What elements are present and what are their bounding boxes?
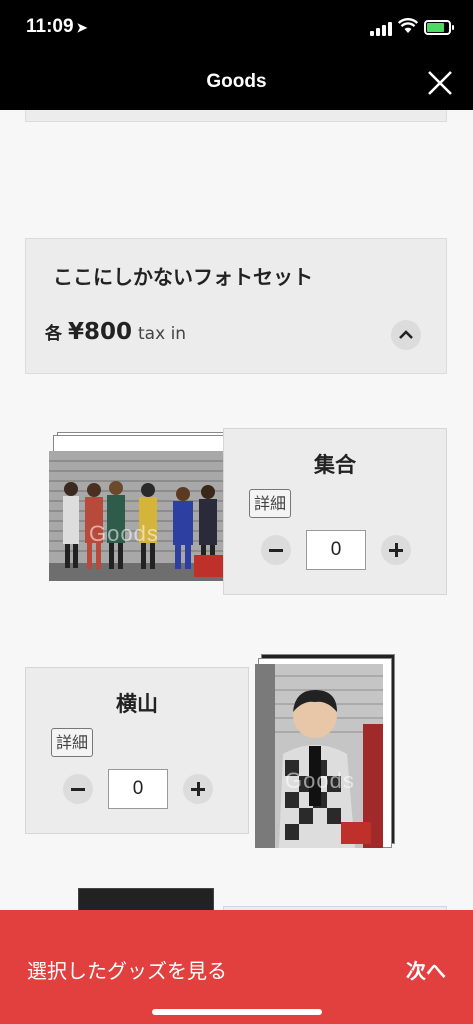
next-photo-set[interactable]: [78, 888, 216, 910]
decrement-button[interactable]: [63, 774, 93, 804]
collapse-chevron-up-icon[interactable]: [391, 320, 421, 350]
wifi-icon: [398, 18, 418, 33]
goods-content[interactable]: ここにしかないフォトセット 各 ¥800 tax in Goods 集合 詳細 …: [0, 110, 473, 910]
location-arrow-icon: ➤: [76, 20, 88, 35]
price-row: 各 ¥800 tax in: [45, 319, 186, 345]
item-panel-group: 集合 詳細 0: [223, 428, 447, 595]
section-title: ここにしかないフォトセット: [53, 265, 313, 289]
cellular-signal-icon: [370, 22, 392, 36]
time-text: 11:09: [26, 16, 74, 37]
quantity-input[interactable]: 0: [306, 530, 366, 570]
increment-button[interactable]: [183, 774, 213, 804]
quantity-input[interactable]: 0: [108, 769, 168, 809]
yokoyama-photo-image: [255, 664, 383, 848]
page-title: Goods: [206, 71, 267, 92]
battery-icon: [424, 20, 454, 35]
watermark-text: Goods: [285, 768, 355, 793]
yokoyama-photo-set[interactable]: Goods: [255, 654, 397, 850]
tax-label: tax in: [138, 324, 187, 344]
home-indicator[interactable]: [152, 1009, 322, 1015]
status-time: 11:09 ➤: [26, 16, 87, 38]
detail-button[interactable]: 詳細: [249, 489, 292, 518]
view-selected-goods-button[interactable]: 選択したグッズを見る: [27, 955, 227, 984]
increment-button[interactable]: [381, 535, 411, 565]
next-button[interactable]: 次へ: [406, 955, 446, 984]
price-amount: ¥800: [68, 319, 133, 345]
item-name: 集合: [314, 453, 356, 477]
bottom-action-bar[interactable]: 選択したグッズを見る 次へ: [0, 910, 473, 1024]
decrement-button[interactable]: [261, 535, 291, 565]
group-photo-set[interactable]: Goods: [49, 432, 239, 583]
close-icon[interactable]: [425, 68, 455, 98]
price-each-label: 各: [45, 324, 62, 344]
yokoyama-photo: Goods: [255, 664, 383, 848]
stack-layer: [78, 888, 214, 910]
group-photo: Goods: [49, 451, 229, 581]
previous-section-card: [25, 110, 447, 122]
detail-button[interactable]: 詳細: [51, 728, 94, 757]
group-photo-image: [49, 451, 229, 581]
watermark-text: Goods: [89, 521, 159, 546]
item-panel-yokoyama: 横山 詳細 0: [25, 667, 249, 834]
status-bar: 11:09 ➤: [0, 0, 473, 58]
section-header-card: ここにしかないフォトセット 各 ¥800 tax in: [25, 238, 447, 374]
item-name: 横山: [116, 692, 158, 716]
nav-bar: Goods: [0, 58, 473, 110]
